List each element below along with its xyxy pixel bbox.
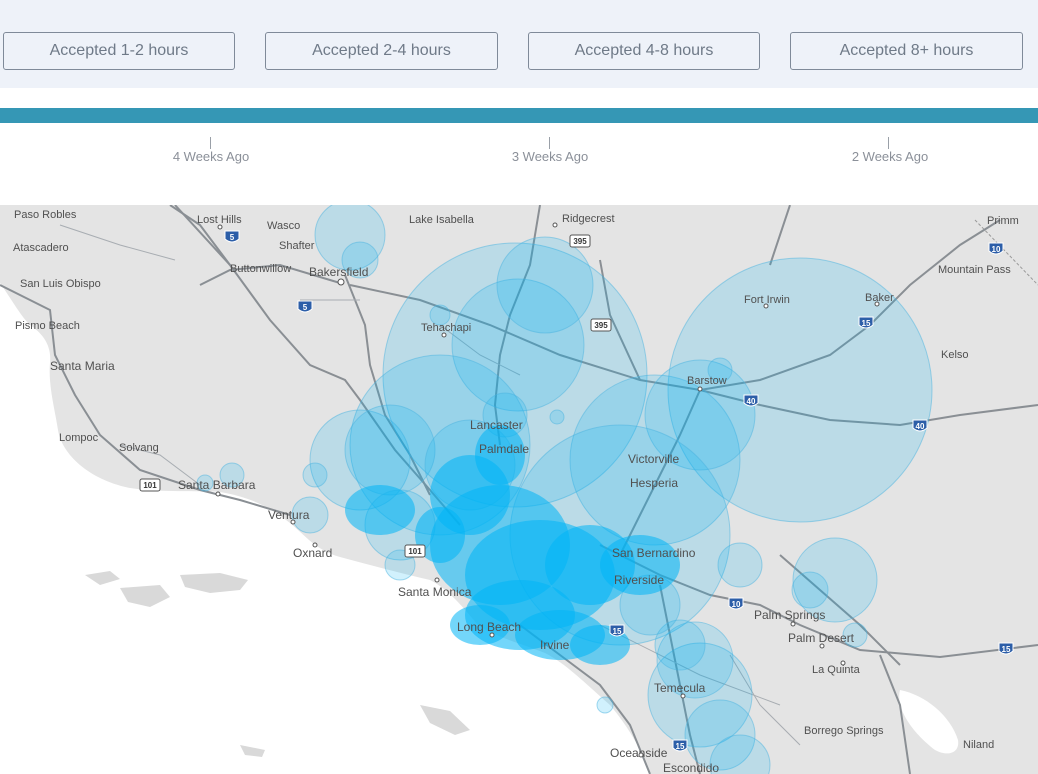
- place-label: Oxnard: [293, 546, 332, 560]
- place-label: Santa Barbara: [178, 478, 256, 492]
- place-label: Mountain Pass: [938, 264, 1011, 276]
- svg-text:15: 15: [676, 742, 685, 751]
- filter-accepted-8plus-hours-button[interactable]: Accepted 8+ hours: [790, 32, 1023, 70]
- place-label: Buttonwillow: [230, 263, 291, 275]
- place-label: Paso Robles: [14, 209, 77, 221]
- place-label: San Luis Obispo: [20, 278, 101, 290]
- place-label: Riverside: [614, 573, 664, 587]
- place-label: Wasco: [267, 220, 300, 232]
- place-label: Borrego Springs: [804, 725, 884, 737]
- place-label: Shafter: [279, 240, 315, 252]
- interstate-5-shield-south: 5: [297, 300, 313, 313]
- filter-accepted-4-8-hours-button[interactable]: Accepted 4-8 hours: [528, 32, 760, 70]
- svg-text:10: 10: [992, 245, 1001, 254]
- svg-text:15: 15: [862, 319, 871, 328]
- interstate-15-shield-primm: 10: [988, 242, 1004, 255]
- place-label: Atascadero: [13, 242, 69, 254]
- map[interactable]: 5 395 5 395 15 40 40 101 101 10 15 15 10…: [0, 205, 1038, 774]
- filter-accepted-1-2-hours-button[interactable]: Accepted 1-2 hours: [3, 32, 235, 70]
- place-label: Lancaster: [470, 418, 523, 432]
- us-101-shield-la: 101: [404, 544, 426, 558]
- timeline-tick: [549, 137, 550, 149]
- place-label: Lost Hills: [197, 214, 242, 226]
- place-label: Palm Springs: [754, 608, 825, 622]
- svg-text:40: 40: [747, 397, 756, 406]
- place-label: Lompoc: [59, 432, 99, 444]
- timeline-track[interactable]: [0, 108, 1038, 123]
- filter-accepted-2-4-hours-button[interactable]: Accepted 2-4 hours: [265, 32, 498, 70]
- place-label: Escondido: [663, 761, 719, 774]
- place-label: Ridgecrest: [562, 213, 615, 225]
- place-label: Primm: [987, 215, 1019, 227]
- map-canvas[interactable]: 5 395 5 395 15 40 40 101 101 10 15 15 10…: [0, 205, 1038, 774]
- svg-text:40: 40: [916, 422, 925, 431]
- interstate-40-shield-barstow: 40: [743, 394, 759, 407]
- interstate-5-shield-north: 5: [224, 230, 240, 243]
- filter-bar: Accepted 1-2 hours Accepted 2-4 hours Ac…: [0, 0, 1038, 88]
- place-label: Hesperia: [630, 476, 678, 490]
- place-label: Lake Isabella: [409, 214, 475, 226]
- place-label: Palmdale: [479, 442, 529, 456]
- place-label: San Bernardino: [612, 546, 696, 560]
- place-label: Kelso: [941, 349, 969, 361]
- svg-text:15: 15: [1002, 645, 1011, 654]
- svg-text:395: 395: [573, 237, 587, 246]
- place-label: Temecula: [654, 681, 706, 695]
- interstate-15-shield-baker: 15: [858, 316, 874, 329]
- svg-text:15: 15: [613, 627, 622, 636]
- place-label: Pismo Beach: [15, 320, 80, 332]
- svg-text:395: 395: [594, 321, 608, 330]
- place-label: Solvang: [119, 442, 159, 454]
- place-label: Tehachapi: [421, 322, 471, 334]
- interstate-15-shield-riverside: 15: [609, 624, 625, 637]
- place-label: Ventura: [268, 508, 310, 522]
- timeline-tick: [210, 137, 211, 149]
- place-label: Victorville: [628, 452, 679, 466]
- timeline-tick-label: 4 Weeks Ago: [172, 149, 250, 164]
- place-label: Irvine: [540, 638, 570, 652]
- svg-text:5: 5: [230, 233, 235, 242]
- place-label: Baker: [865, 292, 894, 304]
- place-label: Niland: [963, 739, 994, 751]
- place-label: Bakersfield: [309, 265, 368, 279]
- svg-text:101: 101: [408, 547, 422, 556]
- timeline-tick: [888, 137, 889, 149]
- svg-text:10: 10: [732, 600, 741, 609]
- us-395-shield-ridgecrest: 395: [569, 234, 591, 248]
- interstate-40-shield-east: 40: [912, 419, 928, 432]
- place-label: Palm Desert: [788, 631, 855, 645]
- svg-text:5: 5: [303, 303, 308, 312]
- svg-text:101: 101: [143, 481, 157, 490]
- interstate-10-shield-banning: 10: [728, 597, 744, 610]
- place-label: Santa Monica: [398, 585, 472, 599]
- place-label: La Quinta: [812, 664, 861, 676]
- interstate-10-shield-east: 15: [998, 642, 1014, 655]
- timeline-tick-label: 2 Weeks Ago: [851, 149, 929, 164]
- timeline-tick-label: 3 Weeks Ago: [511, 149, 589, 164]
- us-101-shield-solvang: 101: [139, 478, 161, 492]
- place-label: Oceanside: [610, 746, 668, 760]
- place-label: Santa Maria: [50, 359, 115, 373]
- us-395-shield-south: 395: [590, 318, 612, 332]
- timeline[interactable]: 4 Weeks Ago 3 Weeks Ago 2 Weeks Ago: [0, 88, 1038, 205]
- place-label: Long Beach: [457, 620, 521, 634]
- interstate-15-shield-temecula: 15: [672, 739, 688, 752]
- place-label: Barstow: [687, 375, 727, 387]
